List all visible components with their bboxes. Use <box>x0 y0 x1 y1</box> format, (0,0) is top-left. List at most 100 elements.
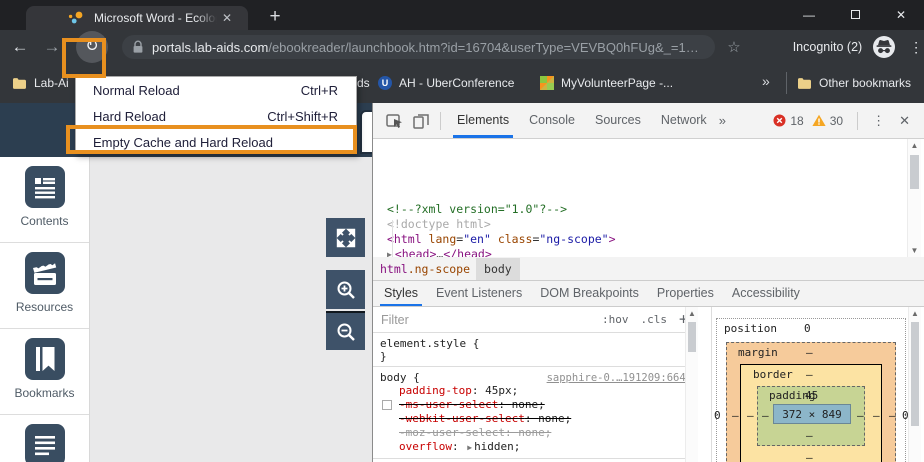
toolbar-divider <box>440 112 441 130</box>
maximize-button[interactable] <box>832 0 878 30</box>
zoom-in-button[interactable] <box>326 270 365 309</box>
bookmark-item[interactable]: MyVolunteerPage -... <box>540 73 673 93</box>
devtools-tab-elements[interactable]: Elements <box>447 103 519 138</box>
box-model-pane: 372 × 849 position 0 margin – border – p… <box>711 307 924 462</box>
expand-arrow-icon[interactable]: ▶ <box>465 443 474 452</box>
scroll-up-icon[interactable]: ▲ <box>686 307 698 320</box>
minimize-button[interactable]: — <box>786 0 832 30</box>
error-count: 18 <box>790 114 803 128</box>
svg-text:U: U <box>382 78 389 88</box>
box-model-left-value: – <box>762 409 769 422</box>
sidebar-item-resources[interactable]: Resources <box>0 243 89 329</box>
window-close-button[interactable]: ✕ <box>878 0 924 30</box>
browser-menu-icon[interactable]: ⋮ <box>908 39 924 56</box>
devtools-tab-sources[interactable]: Sources <box>585 103 651 138</box>
breadcrumb-html[interactable]: html.ng-scope <box>380 262 470 276</box>
box-model-left-value: – <box>732 409 739 422</box>
position-label: position <box>724 322 777 335</box>
myvolunteerpage-icon <box>540 76 554 90</box>
devtools-close-icon[interactable]: ✕ <box>899 113 910 129</box>
zoom-out-icon <box>335 321 357 343</box>
zoom-out-button[interactable] <box>326 311 365 350</box>
bookmark-item[interactable]: ds <box>357 73 370 93</box>
box-model-scrollbar[interactable]: ▲ <box>908 307 921 462</box>
styles-scrollbar[interactable]: ▲ <box>685 307 698 462</box>
margin-top-value: – <box>806 346 813 359</box>
back-button[interactable]: ← <box>8 37 32 57</box>
css-declaration[interactable]: padding-top: 45px; <box>380 384 698 398</box>
code-token: lang <box>422 232 457 246</box>
css-declaration[interactable]: -moz-user-select: none; <box>380 426 698 440</box>
menu-item-normal-reload[interactable]: Normal ReloadCtrl+R <box>76 77 356 103</box>
sidebar-item-extra[interactable] <box>0 415 89 462</box>
dom-tree-node[interactable]: <!doctype html> <box>373 217 924 232</box>
code-token: <!--?xml version="1.0"?--> <box>387 202 567 216</box>
list-icon <box>32 432 58 458</box>
scroll-up-icon[interactable]: ▲ <box>908 139 921 152</box>
address-bar[interactable]: portals.lab-aids.com/ebookreader/launchb… <box>122 35 715 59</box>
border-bottom-value: – <box>806 451 813 462</box>
elements-scrollbar[interactable]: ▲ ▼ <box>907 139 921 257</box>
panel-tab-dom-breakpoints[interactable]: DOM Breakpoints <box>531 281 648 306</box>
bookmark-icon <box>32 345 58 373</box>
url-path: /ebookreader/launchbook.htm?id=16704&use… <box>268 40 698 55</box>
dom-tree-node[interactable]: ▶<head>…</head> <box>373 247 924 257</box>
sidebar-item-icon-tile <box>25 338 65 380</box>
device-toolbar-icon[interactable] <box>413 113 429 129</box>
styles-filter-row: :hov .cls + <box>373 307 698 333</box>
more-tabs-icon[interactable]: » <box>719 113 726 128</box>
page-content: ContentsResourcesBookmarks <box>0 103 924 462</box>
css-source-link[interactable]: sapphire-0.…191209:6646 <box>547 372 692 384</box>
css-declaration-text: -webkit-user-select: none; <box>399 412 571 425</box>
panel-tab-properties[interactable]: Properties <box>648 281 723 306</box>
sidebar-item-contents[interactable]: Contents <box>0 157 89 243</box>
panel-tab-styles[interactable]: Styles <box>375 281 427 306</box>
fullscreen-button[interactable] <box>326 218 365 257</box>
css-property-value: none; <box>518 426 551 439</box>
scrollbar-thumb[interactable] <box>688 322 696 352</box>
browser-tab[interactable]: Microsoft Word - Ecology NEW T ✕ <box>26 6 248 30</box>
css-colon: : <box>452 440 465 453</box>
sidebar-item-bookmarks[interactable]: Bookmarks <box>0 329 89 415</box>
dom-tree-node[interactable]: <html lang="en" class="ng-scope"> <box>373 232 924 247</box>
indent-guide <box>392 220 393 257</box>
expand-arrow-icon[interactable]: ▶ <box>387 250 395 257</box>
scroll-down-icon[interactable]: ▼ <box>908 244 921 257</box>
css-declaration[interactable]: -webkit-user-select: none; <box>380 412 698 426</box>
tab-close-icon[interactable]: ✕ <box>222 12 232 24</box>
bookmark-item[interactable]: Lab-Ai <box>12 73 69 93</box>
inspect-element-icon[interactable] <box>386 113 403 129</box>
box-model-content[interactable]: 372 × 849 <box>773 404 851 424</box>
warning-icon[interactable] <box>812 114 826 127</box>
new-tab-button[interactable]: + <box>262 4 288 30</box>
dom-tree-node[interactable]: <!--?xml version="1.0"?--> <box>373 202 924 217</box>
app-panel-corner <box>360 110 372 154</box>
devtools-menu-icon[interactable]: ⋮ <box>872 113 885 129</box>
css-declaration[interactable]: -ms-user-select: none; <box>380 398 698 412</box>
scrollbar-thumb[interactable] <box>911 322 919 426</box>
error-icon[interactable] <box>773 114 786 127</box>
incognito-avatar-icon[interactable] <box>872 35 896 59</box>
bookmarks-overflow-icon[interactable]: » <box>762 73 770 89</box>
expand-icon <box>335 227 357 249</box>
toggle-element-state-button[interactable]: :hov <box>602 313 629 326</box>
code-token: > <box>609 232 616 246</box>
styles-filter-input[interactable] <box>379 312 590 328</box>
css-property-value: hidden; <box>474 440 520 453</box>
css-property-checkbox[interactable] <box>382 400 392 410</box>
forward-button[interactable]: → <box>40 37 64 57</box>
other-bookmarks-button[interactable]: Other bookmarks <box>797 73 911 93</box>
scrollbar-thumb[interactable] <box>910 155 919 189</box>
breadcrumb-body[interactable]: body <box>476 258 520 280</box>
devtools-tab-console[interactable]: Console <box>519 103 585 138</box>
css-declaration[interactable]: overflow: ▶hidden; <box>380 440 698 455</box>
element-classes-button[interactable]: .cls <box>640 313 667 326</box>
css-selector[interactable]: element.style { <box>380 337 698 350</box>
panel-tab-accessibility[interactable]: Accessibility <box>723 281 809 306</box>
devtools-tab-network[interactable]: Network <box>651 103 717 138</box>
panel-tab-event-listeners[interactable]: Event Listeners <box>427 281 531 306</box>
bookmark-star-icon[interactable]: ☆ <box>727 38 740 56</box>
scroll-up-icon[interactable]: ▲ <box>909 307 921 320</box>
bookmark-item[interactable]: UAH - UberConference <box>378 73 514 93</box>
css-property-name: -ms-user-select <box>399 398 498 411</box>
